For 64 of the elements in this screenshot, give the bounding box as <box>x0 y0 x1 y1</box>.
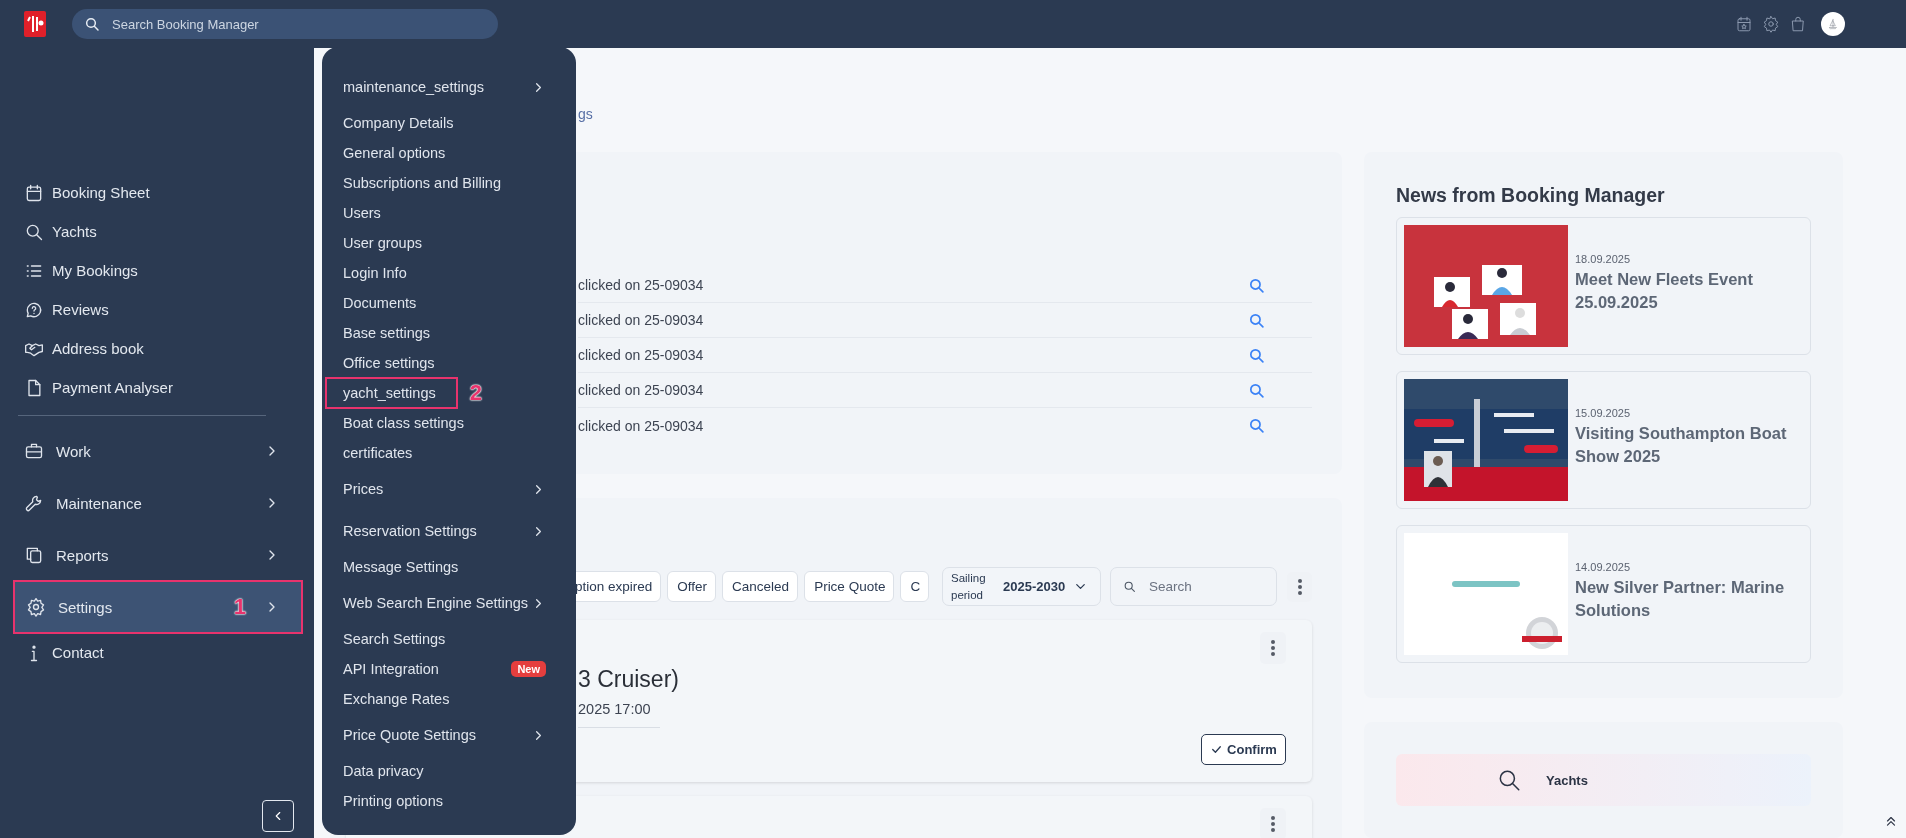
menu-item[interactable]: Subscriptions and Billing <box>327 169 560 197</box>
sidebar-item[interactable]: My Bookings <box>12 251 302 290</box>
menu-item[interactable]: Office settings <box>327 349 560 377</box>
activity-text: clicked on 25-09034 <box>578 382 704 398</box>
news-headline: New Silver Partner: Marine Solutions <box>1575 576 1786 621</box>
sidebar-item[interactable]: Maintenance <box>12 477 302 529</box>
step-number: 2 <box>469 380 482 406</box>
news-headline: Meet New Fleets Event 25.09.2025 <box>1575 268 1754 313</box>
activity-text: clicked on 25-09034 <box>578 277 704 293</box>
menu-item[interactable]: Search Settings <box>327 625 560 653</box>
menu-item[interactable]: Documents <box>327 289 560 317</box>
activity-text: clicked on 25-09034 <box>578 417 704 434</box>
sidebar-item[interactable]: Address book <box>12 329 302 368</box>
menu-item[interactable]: Price Quote Settings <box>327 721 560 749</box>
filter-chip[interactable]: Canceled <box>722 571 799 602</box>
breadcrumb-link[interactable]: gs <box>578 106 593 122</box>
sailing-period-dropdown[interactable]: Sailing period 2025-2030 <box>942 567 1101 606</box>
menu-item[interactable]: API Integration New <box>327 655 560 683</box>
step-number: 1 <box>233 594 246 620</box>
sidebar-item[interactable]: Reports <box>12 529 302 581</box>
menu-item[interactable]: Message Settings <box>327 553 560 581</box>
news-heading: News from Booking Manager <box>1396 183 1666 208</box>
menu-item[interactable]: User groups <box>327 229 560 257</box>
menu-item[interactable]: yacht_settings <box>327 379 456 407</box>
menu-item[interactable]: Reservation Settings <box>327 517 560 545</box>
menu-item[interactable]: Data privacy <box>327 757 560 785</box>
news-date: 14.09.2025 <box>1575 560 1632 573</box>
menu-item[interactable]: Company Details <box>327 109 560 137</box>
filter-chip[interactable]: C <box>900 571 930 602</box>
sidebar-item[interactable]: Payment Analyser <box>12 368 302 407</box>
activity-text: clicked on 25-09034 <box>578 312 704 328</box>
menu-item[interactable]: certificates <box>327 439 560 467</box>
activity-text: clicked on 25-09034 <box>578 347 704 363</box>
menu-item[interactable]: Boat class settings <box>327 409 560 437</box>
sidebar-item[interactable]: Yachts <box>12 212 302 251</box>
booking-title: 3 Cruiser) <box>578 665 680 694</box>
menu-item[interactable]: Login Info <box>327 259 560 287</box>
menu-item[interactable]: maintenance_settings <box>327 73 560 101</box>
search-field[interactable]: Search <box>1110 567 1277 606</box>
news-date: 15.09.2025 <box>1575 406 1632 419</box>
confirm-button[interactable]: Confirm <box>1201 734 1286 765</box>
news-headline: Visiting Southampton Boat Show 2025 <box>1575 422 1788 467</box>
sidebar-item[interactable]: Contact <box>12 633 302 672</box>
news-date: 18.09.2025 <box>1575 252 1632 265</box>
menu-item[interactable]: General options <box>327 139 560 167</box>
filter-chip[interactable]: Offer <box>667 571 717 602</box>
sidebar-item[interactable]: Reviews <box>12 290 302 329</box>
new-tag: New <box>511 661 546 677</box>
menu-item[interactable]: Users <box>327 199 560 227</box>
search-field[interactable]: Search Booking Manager <box>72 9 498 39</box>
menu-item[interactable]: Base settings <box>327 319 560 347</box>
sidebar-item[interactable]: Booking Sheet <box>12 173 302 212</box>
news-item[interactable]: 14.09.2025 New Silver Partner: Marine Solutions <box>1396 525 1811 663</box>
menu-item[interactable]: Prices <box>327 475 560 503</box>
sidebar-item[interactable]: Settings 1 <box>14 581 302 633</box>
filter-chip[interactable]: Price Quote <box>804 571 895 602</box>
sidebar-item[interactable]: Work <box>12 425 302 477</box>
menu-item[interactable]: Exchange Rates <box>327 685 560 713</box>
booking-time: 2025 17:00 <box>578 701 652 717</box>
news-item[interactable]: 18.09.2025 Meet New Fleets Event 25.09.2025 <box>1396 217 1811 355</box>
quick-link[interactable]: Yachts <box>1396 754 1811 806</box>
menu-item[interactable]: Printing options <box>327 787 560 815</box>
news-item[interactable]: 15.09.2025 Visiting Southampton Boat Show 2025 <box>1396 371 1811 509</box>
menu-item[interactable]: Web Search Engine Settings <box>327 589 560 617</box>
